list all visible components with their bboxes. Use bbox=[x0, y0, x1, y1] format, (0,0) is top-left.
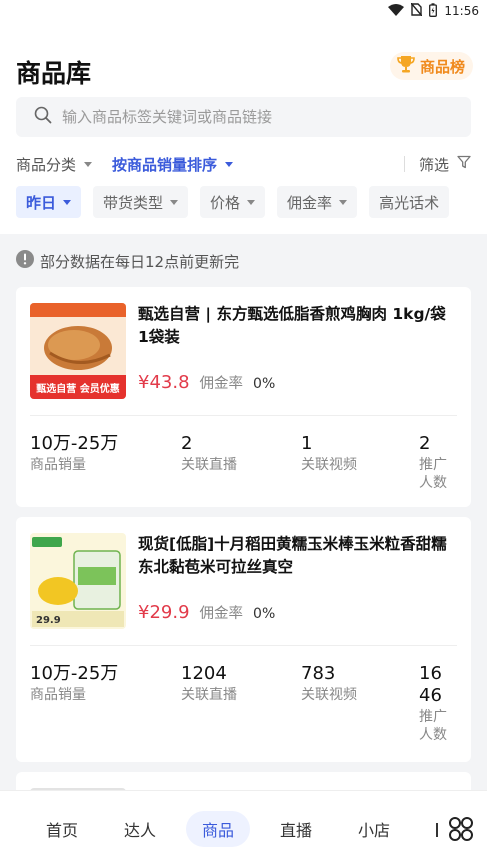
product-title[interactable]: 甄选自营 | 东方甄选低脂香煎鸡胸肉 1kg/袋 1袋装 bbox=[138, 303, 458, 349]
commission-value: 0% bbox=[253, 376, 276, 392]
chip-highlight-script[interactable]: 高光话术 bbox=[369, 186, 450, 218]
rank-button-label: 商品榜 bbox=[419, 57, 465, 76]
chip-commission[interactable]: 佣金率 bbox=[277, 186, 358, 218]
sort-dropdown-label: 按商品销量排序 bbox=[112, 155, 218, 174]
commission-label: 佣金率 bbox=[199, 376, 244, 392]
status-bar: 11:56 bbox=[0, 0, 487, 22]
price-line: ¥43.8 佣金率 0% bbox=[138, 372, 275, 393]
nav-label: 直播 bbox=[279, 821, 312, 840]
clover-grid-icon bbox=[447, 817, 475, 847]
screen-filter-label: 筛选 bbox=[418, 155, 449, 174]
product-rank-button[interactable]: 商品榜 bbox=[389, 52, 473, 80]
divider bbox=[30, 645, 457, 646]
stat-sales: 10万-25万 商品销量 bbox=[30, 663, 118, 704]
stat-value: 1646 bbox=[419, 663, 442, 706]
thumbnail-caption: 29.9 bbox=[36, 615, 61, 626]
chip-label: 昨日 bbox=[26, 193, 57, 212]
commission-label: 佣金率 bbox=[199, 606, 244, 622]
nav-divider bbox=[436, 823, 438, 837]
stat-label: 关联视频 bbox=[301, 687, 357, 703]
product-card[interactable]: 29.9 现货[低脂]十月稻田黄糯玉米棒玉米粒香甜糯东北黏苞米可拉丝真空 ¥29… bbox=[16, 517, 471, 762]
category-dropdown-label: 商品分类 bbox=[16, 155, 77, 174]
caret-down-icon bbox=[84, 161, 93, 167]
stat-promoters: 2 推广人数 bbox=[419, 433, 453, 492]
stat-value: 1 bbox=[301, 433, 313, 454]
stat-videos: 1 关联视频 bbox=[301, 433, 357, 474]
sort-dropdown[interactable]: 按商品销量排序 bbox=[112, 154, 234, 175]
search-bar[interactable] bbox=[16, 97, 471, 137]
stat-value: 783 bbox=[301, 663, 336, 684]
stat-videos: 783 关联视频 bbox=[301, 663, 357, 704]
bottom-nav: 首页 达人 商品 直播 小店 bbox=[0, 790, 487, 867]
caret-down-icon bbox=[247, 199, 256, 205]
nav-home[interactable]: 首页 bbox=[30, 811, 94, 847]
stat-value: 10万-25万 bbox=[30, 433, 119, 454]
battery-icon bbox=[429, 2, 438, 20]
chip-label: 带货类型 bbox=[103, 193, 164, 212]
commission-value: 0% bbox=[253, 606, 276, 622]
grid-menu-button[interactable] bbox=[447, 815, 475, 843]
chip-yesterday[interactable]: 昨日 bbox=[16, 186, 82, 218]
divider bbox=[30, 415, 457, 416]
caret-down-icon bbox=[63, 199, 72, 205]
stat-label: 商品销量 bbox=[30, 687, 86, 703]
info-icon bbox=[16, 250, 34, 272]
nav-live[interactable]: 直播 bbox=[264, 811, 328, 847]
nav-shop[interactable]: 小店 bbox=[342, 811, 406, 847]
stat-label: 推广人数 bbox=[419, 709, 447, 743]
product-thumbnail: 甄选自营 会员优惠 bbox=[30, 303, 126, 399]
nav-label: 商品 bbox=[201, 821, 234, 840]
notice-text: 部分数据在每日12点前更新完 bbox=[40, 252, 240, 271]
chip-label: 价格 bbox=[210, 193, 241, 212]
stat-value: 10万-25万 bbox=[30, 663, 119, 684]
trophy-icon bbox=[396, 54, 416, 78]
stat-promoters: 1646 推广人数 bbox=[419, 663, 453, 744]
caret-down-icon bbox=[225, 161, 234, 167]
chip-sales-type[interactable]: 带货类型 bbox=[93, 186, 189, 218]
quick-filter-chips: 昨日 带货类型 价格 佣金率 高光话术 bbox=[16, 186, 487, 218]
product-price: ¥29.9 bbox=[138, 602, 190, 623]
stat-sales: 10万-25万 商品销量 bbox=[30, 433, 118, 474]
header: 商品库 商品榜 商品分类 按商品销量排序 筛选 昨日 bbox=[0, 22, 487, 234]
nav-label: 达人 bbox=[123, 821, 156, 840]
thumbnail-caption: 甄选自营 会员优惠 bbox=[36, 384, 120, 395]
page-title: 商品库 bbox=[16, 59, 92, 88]
wifi-icon bbox=[388, 3, 405, 19]
product-card[interactable]: 甄选自营 会员优惠 甄选自营 | 东方甄选低脂香煎鸡胸肉 1kg/袋 1袋装 ¥… bbox=[16, 287, 471, 507]
category-dropdown[interactable]: 商品分类 bbox=[16, 154, 93, 175]
funnel-icon bbox=[457, 155, 471, 173]
product-price: ¥43.8 bbox=[138, 372, 190, 393]
stat-live: 2 关联直播 bbox=[181, 433, 237, 474]
search-input[interactable] bbox=[62, 108, 442, 126]
product-thumbnail: 29.9 bbox=[30, 533, 126, 629]
nav-products[interactable]: 商品 bbox=[186, 811, 250, 847]
nav-influencers[interactable]: 达人 bbox=[108, 811, 172, 847]
stat-value: 2 bbox=[181, 433, 193, 454]
chip-label: 高光话术 bbox=[379, 193, 440, 212]
stat-value: 1204 bbox=[181, 663, 227, 684]
stat-label: 推广人数 bbox=[419, 457, 447, 491]
caret-down-icon bbox=[339, 199, 348, 205]
no-sim-icon bbox=[410, 2, 423, 19]
chip-price[interactable]: 价格 bbox=[200, 186, 266, 218]
nav-label: 小店 bbox=[357, 821, 390, 840]
stat-label: 关联直播 bbox=[181, 687, 237, 703]
price-line: ¥29.9 佣金率 0% bbox=[138, 602, 275, 623]
chip-label: 佣金率 bbox=[287, 193, 333, 212]
screen-filter-button[interactable]: 筛选 bbox=[419, 154, 471, 175]
stat-label: 关联视频 bbox=[301, 457, 357, 473]
stat-label: 关联直播 bbox=[181, 457, 237, 473]
filter-row: 商品分类 按商品销量排序 筛选 bbox=[16, 152, 471, 176]
stat-label: 商品销量 bbox=[30, 457, 86, 473]
caret-down-icon bbox=[170, 199, 179, 205]
status-time: 11:56 bbox=[444, 4, 479, 18]
search-icon bbox=[34, 106, 52, 128]
product-title[interactable]: 现货[低脂]十月稻田黄糯玉米棒玉米粒香甜糯东北黏苞米可拉丝真空 bbox=[138, 533, 458, 579]
nav-label: 首页 bbox=[45, 821, 78, 840]
stat-value: 2 bbox=[419, 433, 431, 454]
filter-divider bbox=[403, 156, 405, 172]
update-notice: 部分数据在每日12点前更新完 bbox=[16, 250, 239, 272]
stat-live: 1204 关联直播 bbox=[181, 663, 237, 704]
